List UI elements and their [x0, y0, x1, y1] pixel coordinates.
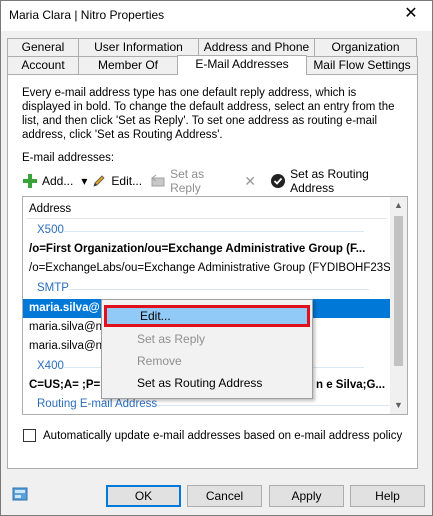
add-button[interactable]: Add...: [22, 171, 73, 191]
auto-update-label: Automatically update e-mail addresses ba…: [43, 429, 403, 442]
vertical-scrollbar[interactable]: ▲ ▼: [390, 197, 407, 414]
edit-button-label: Edit...: [111, 174, 143, 188]
list-item[interactable]: /o=ExchangeLabs/ou=Exchange Administrati…: [23, 259, 391, 278]
tab-email-addresses[interactable]: E-Mail Addresses: [177, 55, 307, 75]
group-smtp: SMTP: [23, 279, 391, 298]
properties-window: Maria Clara | Nitro Properties ✕ General…: [0, 0, 433, 516]
list-column-header[interactable]: Address: [23, 200, 391, 219]
email-addresses-label: E-mail addresses:: [22, 152, 115, 164]
add-button-label: Add...: [42, 174, 74, 188]
context-menu-remove[interactable]: Remove: [104, 350, 310, 372]
context-menu-set-as-routing-address[interactable]: Set as Routing Address: [104, 372, 310, 394]
properties-help-icon[interactable]: [12, 487, 28, 501]
header-divider: [27, 218, 387, 219]
apply-button[interactable]: Apply: [269, 485, 344, 507]
window-title: Maria Clara | Nitro Properties: [9, 8, 165, 22]
x400-address-start: C=US;A= ;P=: [29, 379, 101, 391]
auto-update-checkbox[interactable]: [23, 429, 36, 442]
tab-user-information[interactable]: User Information: [78, 38, 199, 56]
pencil-icon: [91, 173, 107, 189]
email-addresses-page: Every e-mail address type has one defaul…: [7, 74, 418, 469]
scroll-up-icon[interactable]: ▲: [390, 197, 407, 214]
set-as-reply-label: Set as Reply: [170, 167, 205, 195]
instructions-text: Every e-mail address type has one defaul…: [22, 87, 395, 141]
help-button[interactable]: Help: [350, 485, 425, 507]
tab-member-of[interactable]: Member Of: [78, 56, 178, 74]
x400-address-end: n e Silva;G...: [316, 379, 386, 391]
chevron-down-icon: ▾: [81, 174, 88, 188]
title-bar: Maria Clara | Nitro Properties ✕: [1, 1, 432, 31]
list-item[interactable]: /o=First Organization/ou=Exchange Admini…: [23, 240, 391, 259]
policy-checkbox-row[interactable]: Automatically update e-mail addresses ba…: [23, 429, 402, 442]
tab-account[interactable]: Account: [7, 56, 79, 74]
group-x500: X500: [23, 221, 391, 240]
remove-x-icon: ✕: [244, 173, 256, 189]
scrollbar-thumb[interactable]: [394, 216, 403, 366]
remove-button[interactable]: ✕: [242, 171, 262, 191]
reply-icon: [150, 173, 166, 189]
tab-row-top: General User Information Address and Pho…: [7, 38, 417, 56]
context-menu-edit[interactable]: Edit...: [104, 305, 310, 327]
check-circle-icon: [270, 173, 286, 189]
set-as-reply-button[interactable]: Set as Reply: [150, 167, 234, 195]
ok-button[interactable]: OK: [106, 485, 181, 507]
context-menu: Edit... Set as Reply Remove Set as Routi…: [101, 299, 313, 399]
tab-mail-flow-settings[interactable]: Mail Flow Settings: [306, 56, 418, 74]
set-as-routing-label: Set as Routing Address: [290, 167, 369, 195]
green-plus-icon: [22, 173, 38, 189]
close-icon[interactable]: ✕: [402, 5, 420, 23]
cancel-button[interactable]: Cancel: [187, 485, 262, 507]
set-as-routing-address-button[interactable]: Set as Routing Address: [270, 167, 409, 195]
tab-general[interactable]: General: [7, 38, 79, 56]
tab-address-and-phone[interactable]: Address and Phone: [198, 38, 315, 56]
scroll-down-icon[interactable]: ▼: [390, 397, 407, 414]
tab-row-bottom: Account Member Of E-Mail Addresses Mail …: [7, 55, 418, 75]
email-toolbar: Add... ▾ Edit... Set as Reply ✕ Set as R…: [22, 167, 417, 195]
context-menu-set-as-reply[interactable]: Set as Reply: [104, 328, 310, 350]
add-dropdown-button[interactable]: ▾: [81, 171, 87, 191]
edit-button[interactable]: Edit...: [91, 171, 142, 191]
tab-organization[interactable]: Organization: [314, 38, 417, 56]
